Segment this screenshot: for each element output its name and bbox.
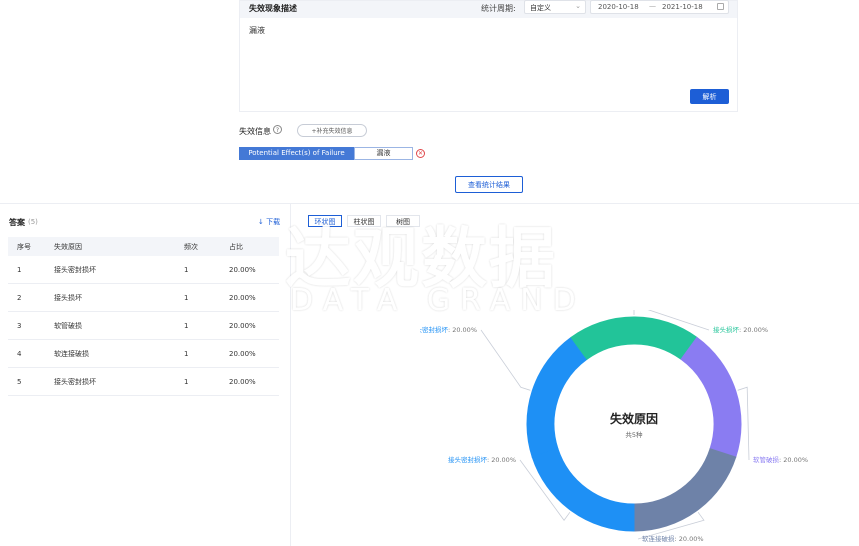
description-header: 失效现象描述 统计周期: 自定义 ⌄ 2020-10-18 — 2021-10-…: [240, 0, 737, 18]
slice-label: 软连接破损: 20.00%: [642, 534, 704, 543]
cell-ratio: 20.00%: [229, 339, 279, 368]
cell-ratio: 20.00%: [229, 283, 279, 312]
cell-ratio: 20.00%: [229, 256, 279, 284]
add-failure-info-button[interactable]: +补充失效信息: [297, 124, 367, 137]
table-header-row: 序号 失效原因 频次 占比: [8, 237, 279, 256]
cell-cause: 接头损坏: [54, 283, 184, 312]
cell-index: 3: [8, 311, 54, 340]
answers-table: 序号 失效原因 频次 占比 1 接头密封损坏 1 20.00% 2 接头损坏 1…: [8, 237, 279, 396]
donut-slice[interactable]: [633, 448, 737, 532]
cell-index: 4: [8, 339, 54, 368]
date-separator: —: [649, 2, 656, 10]
effect-tag: Potential Effect(s) of Failure: [239, 147, 354, 160]
cell-cause: 接头密封损坏: [54, 256, 184, 284]
view-results-button[interactable]: 查看统计结果: [455, 176, 523, 193]
donut-slice[interactable]: [526, 336, 588, 458]
cell-ratio: 20.00%: [229, 311, 279, 340]
donut-center-title: 失效原因: [610, 411, 658, 426]
column-header-cause: 失效原因: [54, 237, 184, 256]
period-label: 统计周期:: [481, 4, 516, 13]
column-header-ratio: 占比: [229, 237, 279, 256]
section-divider: [0, 203, 859, 204]
remove-icon[interactable]: ✕: [416, 149, 425, 158]
slice-label: 接头损坏: 20.00%: [713, 325, 768, 334]
cell-frequency: 1: [184, 256, 229, 284]
donut-slice[interactable]: [531, 448, 635, 532]
download-button[interactable]: ↓ 下载: [258, 217, 280, 227]
date-range-picker[interactable]: 2020-10-18 — 2021-10-18: [590, 0, 729, 14]
slice-label: 接头密封损坏: 20.00%: [448, 455, 516, 464]
cell-cause: 软连接破损: [54, 339, 184, 368]
description-text[interactable]: 漏液: [249, 25, 265, 36]
cell-frequency: 1: [184, 311, 229, 340]
table-row[interactable]: 1 接头密封损坏 1 20.00%: [8, 256, 279, 284]
period-select[interactable]: 自定义 ⌄: [524, 0, 586, 14]
cell-index: 1: [8, 256, 54, 284]
period-select-value: 自定义: [530, 4, 551, 12]
donut-center-subtitle: 共5种: [625, 430, 643, 439]
cell-index: 5: [8, 367, 54, 396]
slice-leader-line: [480, 329, 531, 391]
answers-title: 答案: [9, 218, 25, 227]
table-row[interactable]: 5 接头密封损坏 1 20.00%: [8, 367, 279, 396]
cell-frequency: 1: [184, 367, 229, 396]
column-header-index: 序号: [8, 237, 54, 256]
table-row[interactable]: 2 接头损坏 1 20.00%: [8, 283, 279, 312]
donut-chart: 接头密封损坏: 20.00% 接头损坏: 20.00% 软管破损: 20.00% 软连…: [420, 310, 808, 543]
watermark-logo-en: DATA GRAND: [290, 283, 586, 318]
date-start: 2020-10-18: [598, 3, 639, 11]
answers-count: (5): [28, 218, 38, 226]
cell-ratio: 20.00%: [229, 367, 279, 396]
donut-slice[interactable]: [570, 316, 698, 360]
table-row[interactable]: 4 软连接破损 1 20.00%: [8, 339, 279, 368]
table-row[interactable]: 3 软管破损 1 20.00%: [8, 311, 279, 340]
cell-cause: 接头密封损坏: [54, 367, 184, 396]
cell-frequency: 1: [184, 339, 229, 368]
cell-cause: 软管破损: [54, 311, 184, 340]
slice-label: 软管破损: 20.00%: [753, 455, 808, 464]
cell-index: 2: [8, 283, 54, 312]
help-icon[interactable]: ?: [273, 125, 282, 134]
effect-value[interactable]: 漏液: [354, 147, 413, 160]
chevron-down-icon: ⌄: [575, 2, 581, 10]
cell-frequency: 1: [184, 283, 229, 312]
failure-info-label: 失效信息: [239, 127, 271, 136]
parse-button[interactable]: 解析: [690, 89, 729, 104]
donut-slice[interactable]: [680, 336, 742, 458]
date-end: 2021-10-18: [662, 3, 703, 11]
column-header-frequency: 频次: [184, 237, 229, 256]
calendar-icon: [717, 3, 724, 10]
description-title: 失效现象描述: [249, 4, 297, 13]
slice-label: 接头密封损坏: 20.00%: [420, 325, 477, 334]
description-panel: 失效现象描述 统计周期: 自定义 ⌄ 2020-10-18 — 2021-10-…: [239, 0, 738, 112]
